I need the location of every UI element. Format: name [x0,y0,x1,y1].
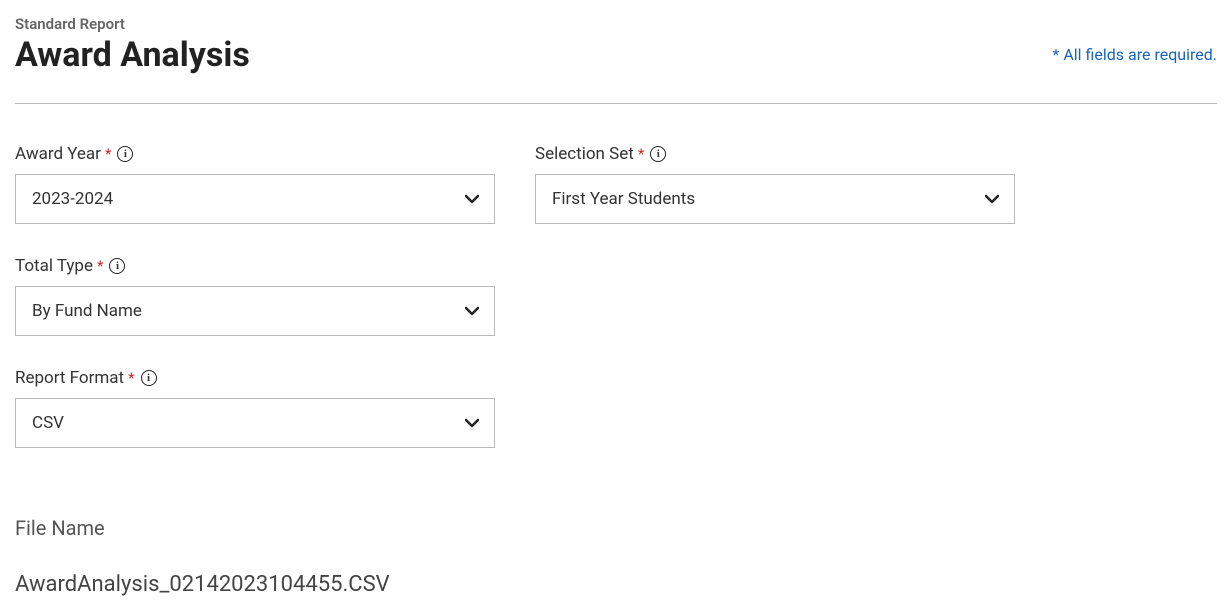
report-format-value: CSV [32,413,64,433]
required-indicator: * [638,145,644,163]
info-icon[interactable] [117,146,133,162]
info-icon[interactable] [650,146,666,162]
total-type-value: By Fund Name [32,301,142,321]
page-subtitle: Standard Report [15,15,1217,33]
total-type-field: Total Type * By Fund Name [15,256,495,336]
file-name-label: File Name [15,516,1217,540]
selection-set-label: Selection Set * [535,144,1015,164]
total-type-label: Total Type * [15,256,495,276]
info-icon[interactable] [141,370,157,386]
page-title: Award Analysis [15,35,1217,75]
report-format-label-text: Report Format [15,368,124,388]
award-year-field: Award Year * 2023-2024 [15,144,495,224]
award-year-label-text: Award Year [15,144,101,164]
selection-set-label-text: Selection Set [535,144,634,164]
report-format-select[interactable]: CSV [15,398,495,448]
info-icon[interactable] [109,258,125,274]
total-type-select[interactable]: By Fund Name [15,286,495,336]
file-name-value: AwardAnalysis_02142023104455.CSV [15,572,1217,597]
selection-set-value: First Year Students [552,189,695,209]
award-year-value: 2023-2024 [32,189,113,209]
form-container: Award Year * 2023-2024 Selection Set * F… [15,144,1217,448]
page-header: Standard Report Award Analysis * All fie… [15,15,1217,104]
required-indicator: * [105,145,111,163]
report-format-label: Report Format * [15,368,495,388]
award-year-select-wrapper: 2023-2024 [15,174,495,224]
award-year-select[interactable]: 2023-2024 [15,174,495,224]
selection-set-select-wrapper: First Year Students [535,174,1015,224]
required-fields-note: * All fields are required. [1052,45,1217,64]
selection-set-field: Selection Set * First Year Students [535,144,1015,224]
file-name-section: File Name AwardAnalysis_02142023104455.C… [15,516,1217,597]
award-year-label: Award Year * [15,144,495,164]
report-format-field: Report Format * CSV [15,368,495,448]
total-type-select-wrapper: By Fund Name [15,286,495,336]
total-type-label-text: Total Type [15,256,93,276]
required-indicator: * [128,369,134,387]
selection-set-select[interactable]: First Year Students [535,174,1015,224]
report-format-select-wrapper: CSV [15,398,495,448]
required-indicator: * [97,257,103,275]
